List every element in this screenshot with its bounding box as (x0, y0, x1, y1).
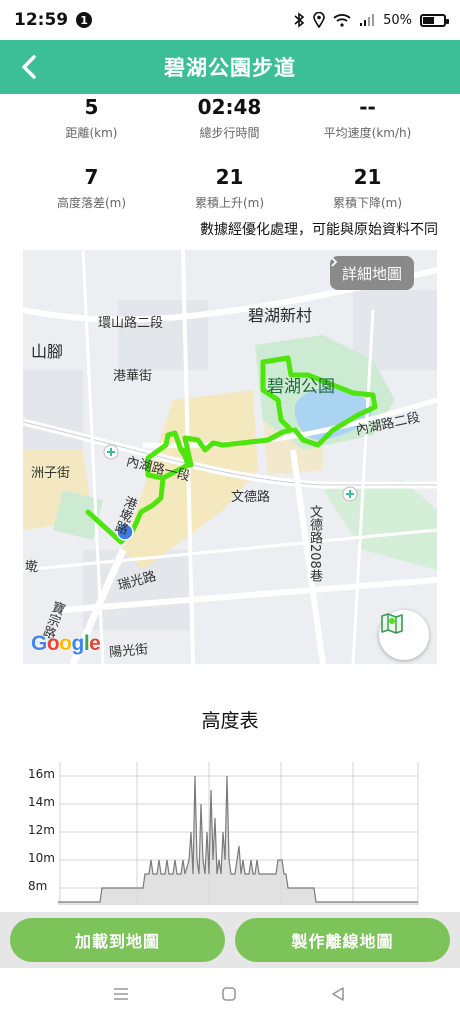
map-label: 碧湖新村 (248, 306, 313, 325)
page-title: 碧湖公園步道 (164, 56, 296, 80)
load-to-map-button[interactable]: 加載到地圖 (10, 918, 225, 962)
elevation-title: 高度表 (201, 710, 259, 732)
mrt-station-icon (103, 444, 119, 460)
status-icons: 50% (293, 12, 449, 28)
wifi-icon (333, 14, 351, 27)
stat-descent: 21 累積下降(m) (291, 166, 444, 211)
route-map[interactable]: 碧湖新村 碧湖公園 環山路二段 山腳 港華街 內湖路二段 內湖路一段 文德路 洲… (23, 250, 437, 664)
stat-label: 累積下降(m) (332, 196, 403, 210)
y-axis-label: 14m (28, 795, 55, 809)
chevron-left-icon (22, 55, 36, 79)
map-label: 陽光街 (108, 642, 149, 661)
y-axis-label: 10m (28, 851, 55, 865)
stat-distance: 5 距離(km) (15, 96, 168, 141)
make-offline-map-button[interactable]: 製作離線地圖 (235, 918, 450, 962)
stat-value: 21 (353, 165, 382, 189)
map-label: 環山路二段 (98, 316, 164, 331)
stat-value: 02:48 (197, 95, 262, 119)
action-bar: 加載到地圖 製作離線地圖 (0, 912, 460, 968)
home-icon[interactable] (221, 986, 237, 1002)
detail-map-button[interactable]: 詳細地圖 (330, 256, 415, 290)
elevation-chart: 16m 14m 12m 10m 8m (18, 760, 438, 905)
google-logo: Google (31, 632, 101, 655)
stat-value: 21 (215, 165, 244, 189)
status-bar: 12:59 1 50% (0, 0, 460, 40)
location-icon (313, 12, 325, 28)
battery-percent: 50% (383, 12, 412, 28)
map-label: 碧湖公園 (267, 377, 335, 397)
data-note: 數據經優化處理，可能與原始資料不同 (200, 222, 438, 238)
stat-label: 總步行時間 (199, 126, 260, 140)
battery-icon (420, 13, 449, 27)
bluetooth-icon (294, 12, 305, 28)
system-nav-bar (0, 968, 460, 1024)
stat-ascent: 21 累積上升(m) (153, 166, 306, 211)
stat-value: 5 (84, 95, 99, 119)
stat-value: -- (359, 95, 376, 119)
status-time: 12:59 (14, 10, 69, 30)
y-axis-label: 8m (28, 879, 48, 893)
stat-label: 累積上升(m) (194, 196, 265, 210)
map-label: 墘 (25, 560, 39, 575)
map-icon (381, 613, 403, 634)
y-axis-label: 12m (28, 823, 55, 837)
map-label: 文德路208巷 (307, 505, 322, 582)
stat-avg-speed: -- 平均速度(km/h) (291, 96, 444, 141)
map-label: 文德路 (231, 490, 271, 505)
y-axis-label: 16m (28, 767, 55, 781)
elevation-chart-canvas (58, 762, 419, 905)
stat-total-time: 02:48 總步行時間 (153, 96, 306, 141)
mrt-station-icon (342, 486, 358, 502)
stat-label: 平均速度(km/h) (323, 126, 412, 140)
detail-map-label: 詳細地圖 (342, 264, 403, 283)
map-label: 洲子街 (31, 466, 71, 481)
stat-value: 7 (84, 165, 99, 189)
recent-apps-icon[interactable] (112, 986, 130, 1002)
notification-badge: 1 (76, 12, 93, 28)
chevron-right-icon (331, 257, 338, 267)
app-header: 碧湖公園步道 (0, 40, 460, 94)
stat-label: 高度落差(m) (56, 196, 127, 210)
signal-icon (360, 14, 375, 26)
stat-elevation-diff: 7 高度落差(m) (15, 166, 168, 211)
back-nav-icon[interactable] (330, 986, 346, 1002)
map-layers-button[interactable] (379, 610, 429, 660)
stat-label: 距離(km) (65, 126, 118, 140)
elevation-area (58, 776, 418, 905)
map-label: 山腳 (31, 342, 64, 361)
map-canvas (23, 250, 437, 664)
back-button[interactable] (10, 48, 48, 86)
map-label: 港華街 (113, 369, 153, 384)
